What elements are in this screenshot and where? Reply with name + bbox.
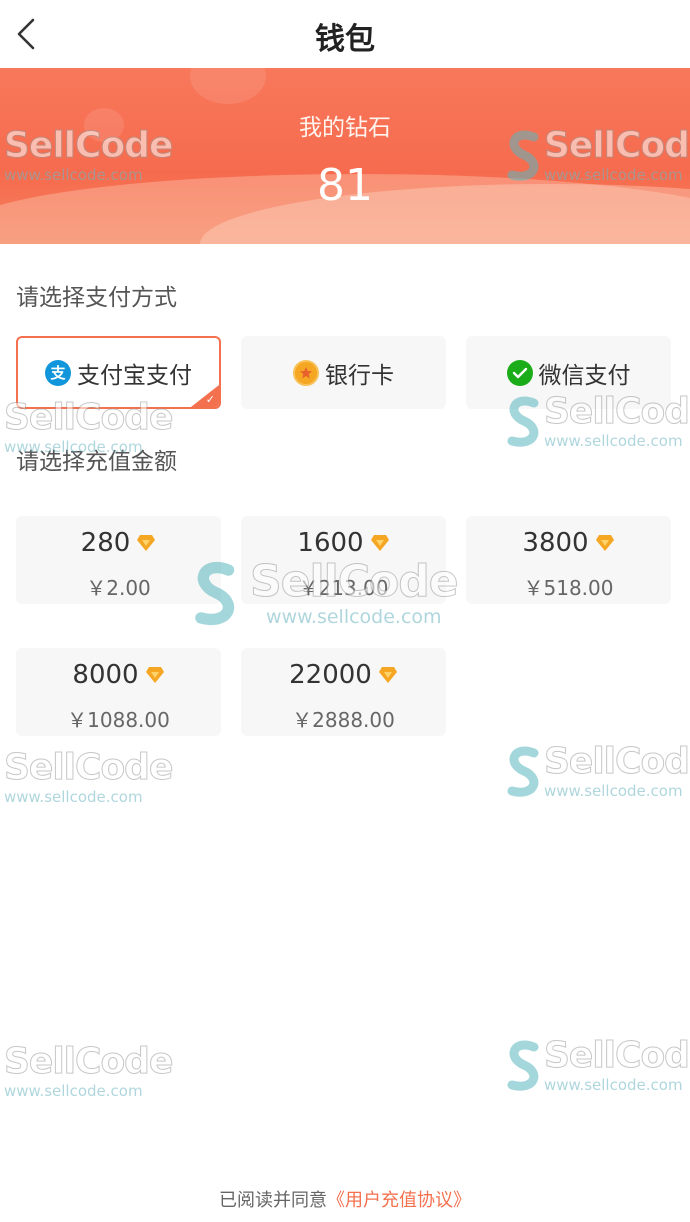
balance-banner: 我的钻石 81 [0,68,690,244]
pay-method-label: 支付宝支付 [77,362,192,389]
diamond-amount: 3800 [522,528,589,558]
price: ￥2888.00 [292,708,395,732]
diamond-icon [145,667,164,683]
watermark: SellCodewww.sellcode.com [504,743,690,800]
diamond-icon [378,667,397,683]
watermark: SellCodewww.sellcode.com [3,1041,173,1100]
balance-value: 81 [317,160,373,211]
diamond-icon [137,535,156,551]
pay-method-label: 银行卡 [325,362,394,389]
pay-method-wechat[interactable]: 微信支付 [466,336,671,409]
pay-method-alipay[interactable]: 支 支付宝支付 ✓ [16,336,221,409]
recharge-option[interactable]: 280 ￥2.00 [16,516,221,604]
watermark: SellCodewww.sellcode.com [504,1037,690,1094]
recharge-option[interactable]: 3800 ￥518.00 [466,516,671,604]
watermark-logo-icon [507,746,539,797]
diamond-icon [370,535,389,551]
agreement-prefix: 已阅读并同意 [219,1190,327,1211]
balance-label: 我的钻石 [299,115,391,141]
payment-section-label: 请选择支付方式 [16,285,177,311]
price: ￥518.00 [523,576,614,600]
pay-method-bank-card[interactable]: 银行卡 [241,336,446,409]
diamond-amount: 22000 [289,660,372,690]
diamond-icon [595,535,614,551]
wechat-icon [506,359,533,386]
agreement-notice: 已阅读并同意《用户充值协议》 [0,1186,690,1212]
recharge-option[interactable]: 22000 ￥2888.00 [241,648,446,736]
checkmark-icon: ✓ [205,393,215,406]
top-bar: 钱包 [0,0,690,68]
bank-card-icon [293,359,319,386]
diamond-amount: 280 [80,528,131,558]
diamond-amount: 1600 [297,528,364,558]
recharge-option[interactable]: 8000 ￥1088.00 [16,648,221,736]
price: ￥213.00 [298,576,389,600]
watermark-logo-icon [507,1040,539,1091]
page-title: 钱包 [315,22,375,57]
recharge-section-label: 请选择充值金额 [16,449,177,475]
watermark: SellCodewww.sellcode.com [3,747,173,806]
price: ￥1088.00 [67,708,170,732]
diamond-amount: 8000 [72,660,139,690]
pay-method-label: 微信支付 [538,362,631,389]
alipay-icon: 支 [45,359,71,386]
price: ￥2.00 [86,576,151,600]
recharge-option[interactable]: 1600 ￥213.00 [241,516,446,604]
recharge-agreement-link[interactable]: 《用户充值协议》 [327,1190,471,1211]
